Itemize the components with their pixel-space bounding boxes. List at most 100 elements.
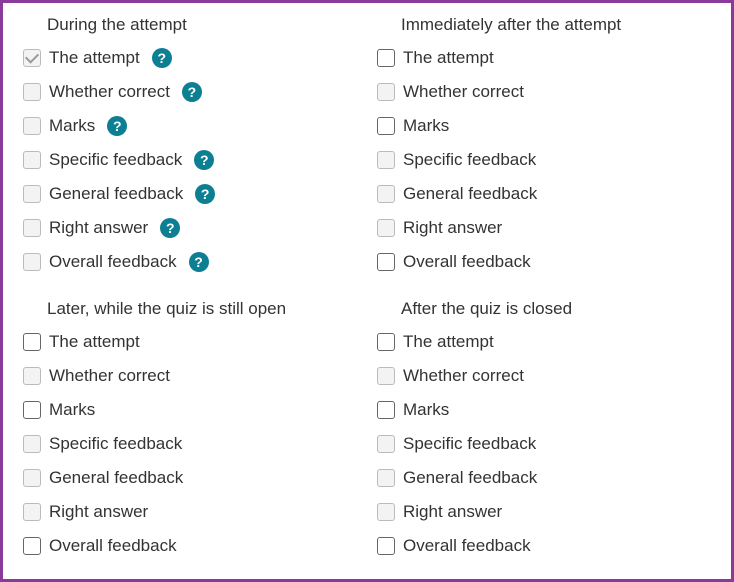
checkbox-specific-feedback: [377, 151, 395, 169]
option-row: Overall feedback ?: [23, 245, 357, 279]
checkbox-marks[interactable]: [377, 401, 395, 419]
option-row: Right answer ?: [23, 211, 357, 245]
checkbox-overall-feedback[interactable]: [23, 537, 41, 555]
option-label: Whether correct: [49, 366, 170, 386]
option-row: The attempt: [377, 325, 711, 359]
checkbox-specific-feedback: [23, 151, 41, 169]
checkbox-general-feedback: [377, 185, 395, 203]
option-row: Right answer: [377, 495, 711, 529]
option-label: Specific feedback: [403, 434, 536, 454]
option-row: Specific feedback: [377, 143, 711, 177]
checkbox-the-attempt[interactable]: [377, 49, 395, 67]
checkbox-general-feedback: [377, 469, 395, 487]
review-options-grid: During the attempt The attempt ? Whether…: [23, 15, 711, 563]
checkbox-specific-feedback: [377, 435, 395, 453]
option-label: Specific feedback: [49, 434, 182, 454]
section-title: Immediately after the attempt: [377, 15, 711, 35]
option-row: Marks: [377, 109, 711, 143]
option-label: Marks: [403, 116, 449, 136]
checkbox-right-answer: [23, 503, 41, 521]
option-row: Marks: [377, 393, 711, 427]
option-row: Whether correct: [23, 359, 357, 393]
section-during-attempt: During the attempt The attempt ? Whether…: [23, 15, 357, 279]
review-options-panel: During the attempt The attempt ? Whether…: [0, 0, 734, 582]
section-title: After the quiz is closed: [377, 299, 711, 319]
option-label: Marks: [403, 400, 449, 420]
option-label: The attempt: [403, 48, 494, 68]
checkbox-right-answer: [23, 219, 41, 237]
option-label: Marks: [49, 116, 95, 136]
checkbox-marks[interactable]: [23, 401, 41, 419]
option-row: Right answer: [23, 495, 357, 529]
option-label: Whether correct: [403, 82, 524, 102]
help-icon[interactable]: ?: [107, 116, 127, 136]
checkbox-whether-correct: [377, 83, 395, 101]
option-row: Marks: [23, 393, 357, 427]
section-later-open: Later, while the quiz is still open The …: [23, 299, 357, 563]
option-row: The attempt: [23, 325, 357, 359]
option-row: General feedback: [377, 461, 711, 495]
option-label: Overall feedback: [403, 536, 531, 556]
option-label: Right answer: [403, 502, 502, 522]
option-row: General feedback: [23, 461, 357, 495]
option-row: Right answer: [377, 211, 711, 245]
option-row: Overall feedback: [23, 529, 357, 563]
checkbox-the-attempt[interactable]: [23, 333, 41, 351]
option-label: General feedback: [403, 184, 537, 204]
option-row: The attempt ?: [23, 41, 357, 75]
checkbox-whether-correct: [23, 367, 41, 385]
checkbox-overall-feedback[interactable]: [377, 253, 395, 271]
option-row: Overall feedback: [377, 245, 711, 279]
section-title: During the attempt: [23, 15, 357, 35]
help-icon[interactable]: ?: [189, 252, 209, 272]
option-label: General feedback: [49, 184, 183, 204]
checkbox-whether-correct: [23, 83, 41, 101]
option-row: Whether correct: [377, 359, 711, 393]
option-label: The attempt: [403, 332, 494, 352]
option-label: Whether correct: [403, 366, 524, 386]
checkbox-right-answer: [377, 219, 395, 237]
option-label: Overall feedback: [49, 536, 177, 556]
option-label: General feedback: [49, 468, 183, 488]
option-row: Specific feedback: [377, 427, 711, 461]
option-row: General feedback ?: [23, 177, 357, 211]
section-after-closed: After the quiz is closed The attempt Whe…: [377, 299, 711, 563]
option-row: Specific feedback ?: [23, 143, 357, 177]
option-label: The attempt: [49, 48, 140, 68]
checkbox-general-feedback: [23, 185, 41, 203]
checkbox-right-answer: [377, 503, 395, 521]
option-label: Whether correct: [49, 82, 170, 102]
section-title: Later, while the quiz is still open: [23, 299, 357, 319]
option-row: General feedback: [377, 177, 711, 211]
option-label: General feedback: [403, 468, 537, 488]
option-label: Overall feedback: [403, 252, 531, 272]
option-row: Overall feedback: [377, 529, 711, 563]
checkbox-marks: [23, 117, 41, 135]
checkbox-whether-correct: [377, 367, 395, 385]
option-label: Specific feedback: [49, 150, 182, 170]
checkbox-specific-feedback: [23, 435, 41, 453]
option-label: Specific feedback: [403, 150, 536, 170]
help-icon[interactable]: ?: [195, 184, 215, 204]
help-icon[interactable]: ?: [194, 150, 214, 170]
checkbox-the-attempt[interactable]: [377, 333, 395, 351]
option-row: Marks ?: [23, 109, 357, 143]
option-label: Marks: [49, 400, 95, 420]
option-label: Right answer: [403, 218, 502, 238]
checkbox-the-attempt: [23, 49, 41, 67]
help-icon[interactable]: ?: [182, 82, 202, 102]
checkbox-marks[interactable]: [377, 117, 395, 135]
option-row: Whether correct: [377, 75, 711, 109]
checkbox-overall-feedback: [23, 253, 41, 271]
option-row: Whether correct ?: [23, 75, 357, 109]
help-icon[interactable]: ?: [160, 218, 180, 238]
option-label: The attempt: [49, 332, 140, 352]
option-label: Right answer: [49, 502, 148, 522]
checkbox-general-feedback: [23, 469, 41, 487]
option-row: The attempt: [377, 41, 711, 75]
option-label: Right answer: [49, 218, 148, 238]
option-row: Specific feedback: [23, 427, 357, 461]
help-icon[interactable]: ?: [152, 48, 172, 68]
checkbox-overall-feedback[interactable]: [377, 537, 395, 555]
option-label: Overall feedback: [49, 252, 177, 272]
